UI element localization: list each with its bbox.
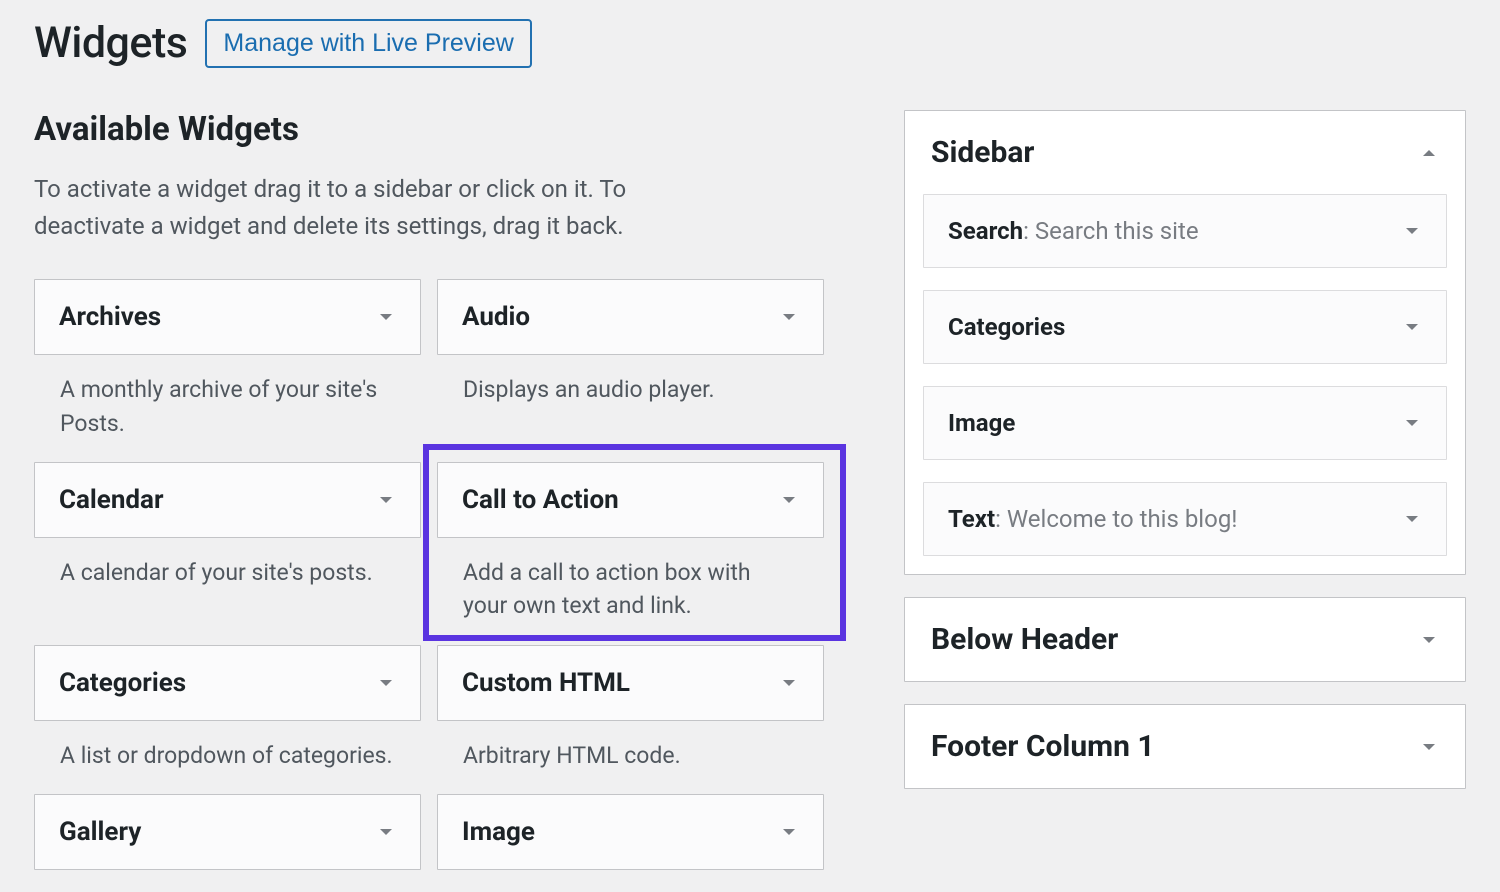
widget-item-call-to-action[interactable]: Call to Action <box>437 462 824 538</box>
chevron-down-icon <box>1402 509 1422 529</box>
chevron-down-icon <box>1402 317 1422 337</box>
widget-item-title: Gallery <box>59 817 141 847</box>
widget-item-title: Image <box>462 817 535 847</box>
widget-item-audio[interactable]: Audio <box>437 279 824 355</box>
chevron-down-icon <box>779 673 799 693</box>
chevron-down-icon <box>376 307 396 327</box>
chevron-down-icon <box>779 822 799 842</box>
widget-item-custom-html[interactable]: Custom HTML <box>437 645 824 721</box>
chevron-down-icon <box>1402 413 1422 433</box>
widget-area-sidebar: Sidebar Search: Search this site Categor… <box>904 110 1466 575</box>
sidebar-widget-search[interactable]: Search: Search this site <box>923 194 1447 268</box>
widget-area-footer-column-1: Footer Column 1 <box>904 704 1466 789</box>
sidebar-widget-title: Image <box>948 409 1015 437</box>
chevron-down-icon <box>376 673 396 693</box>
widget-item-calendar[interactable]: Calendar <box>34 462 421 538</box>
widget-area-title: Footer Column 1 <box>931 729 1155 764</box>
sidebar-widget-text[interactable]: Text: Welcome to this blog! <box>923 482 1447 556</box>
chevron-up-icon <box>1419 143 1439 163</box>
chevron-down-icon <box>1402 221 1422 241</box>
page-title: Widgets <box>34 18 187 68</box>
sidebar-widget-title: Text: Welcome to this blog! <box>948 505 1238 533</box>
widget-item-title: Categories <box>59 668 186 698</box>
manage-live-preview-button[interactable]: Manage with Live Preview <box>205 19 531 68</box>
widget-item-description: Displays an audio player. <box>437 355 824 406</box>
widget-area-title: Sidebar <box>931 135 1034 170</box>
widget-item-title: Calendar <box>59 485 164 515</box>
widget-item-description: Add a call to action box with your own t… <box>437 538 824 623</box>
widget-area-header[interactable]: Sidebar <box>905 111 1465 194</box>
widget-item-image[interactable]: Image <box>437 794 824 870</box>
widget-item-categories[interactable]: Categories <box>34 645 421 721</box>
widget-item-title: Custom HTML <box>462 668 630 698</box>
widget-area-title: Below Header <box>931 622 1118 657</box>
widget-item-description: A list or dropdown of categories. <box>34 721 421 772</box>
chevron-down-icon <box>376 490 396 510</box>
chevron-down-icon <box>1419 630 1439 650</box>
available-widgets-heading: Available Widgets <box>34 110 824 149</box>
widget-item-archives[interactable]: Archives <box>34 279 421 355</box>
widget-area-below-header: Below Header <box>904 597 1466 682</box>
widget-area-header[interactable]: Below Header <box>905 598 1465 681</box>
widget-area-header[interactable]: Footer Column 1 <box>905 705 1465 788</box>
chevron-down-icon <box>1419 737 1439 757</box>
widget-item-title: Archives <box>59 302 161 332</box>
widget-item-description: A calendar of your site's posts. <box>34 538 421 589</box>
widget-item-description: A monthly archive of your site's Posts. <box>34 355 421 440</box>
available-widgets-description: To activate a widget drag it to a sideba… <box>34 171 734 245</box>
widget-item-description: Arbitrary HTML code. <box>437 721 824 772</box>
chevron-down-icon <box>376 822 396 842</box>
sidebar-widget-title: Categories <box>948 313 1065 341</box>
sidebar-widget-categories[interactable]: Categories <box>923 290 1447 364</box>
widget-item-gallery[interactable]: Gallery <box>34 794 421 870</box>
widget-item-title: Audio <box>462 302 530 332</box>
chevron-down-icon <box>779 490 799 510</box>
widget-item-title: Call to Action <box>462 485 619 515</box>
available-widgets-grid: Archives A monthly archive of your site'… <box>34 279 824 892</box>
sidebar-widget-image[interactable]: Image <box>923 386 1447 460</box>
sidebar-widget-title: Search: Search this site <box>948 217 1199 245</box>
chevron-down-icon <box>779 307 799 327</box>
